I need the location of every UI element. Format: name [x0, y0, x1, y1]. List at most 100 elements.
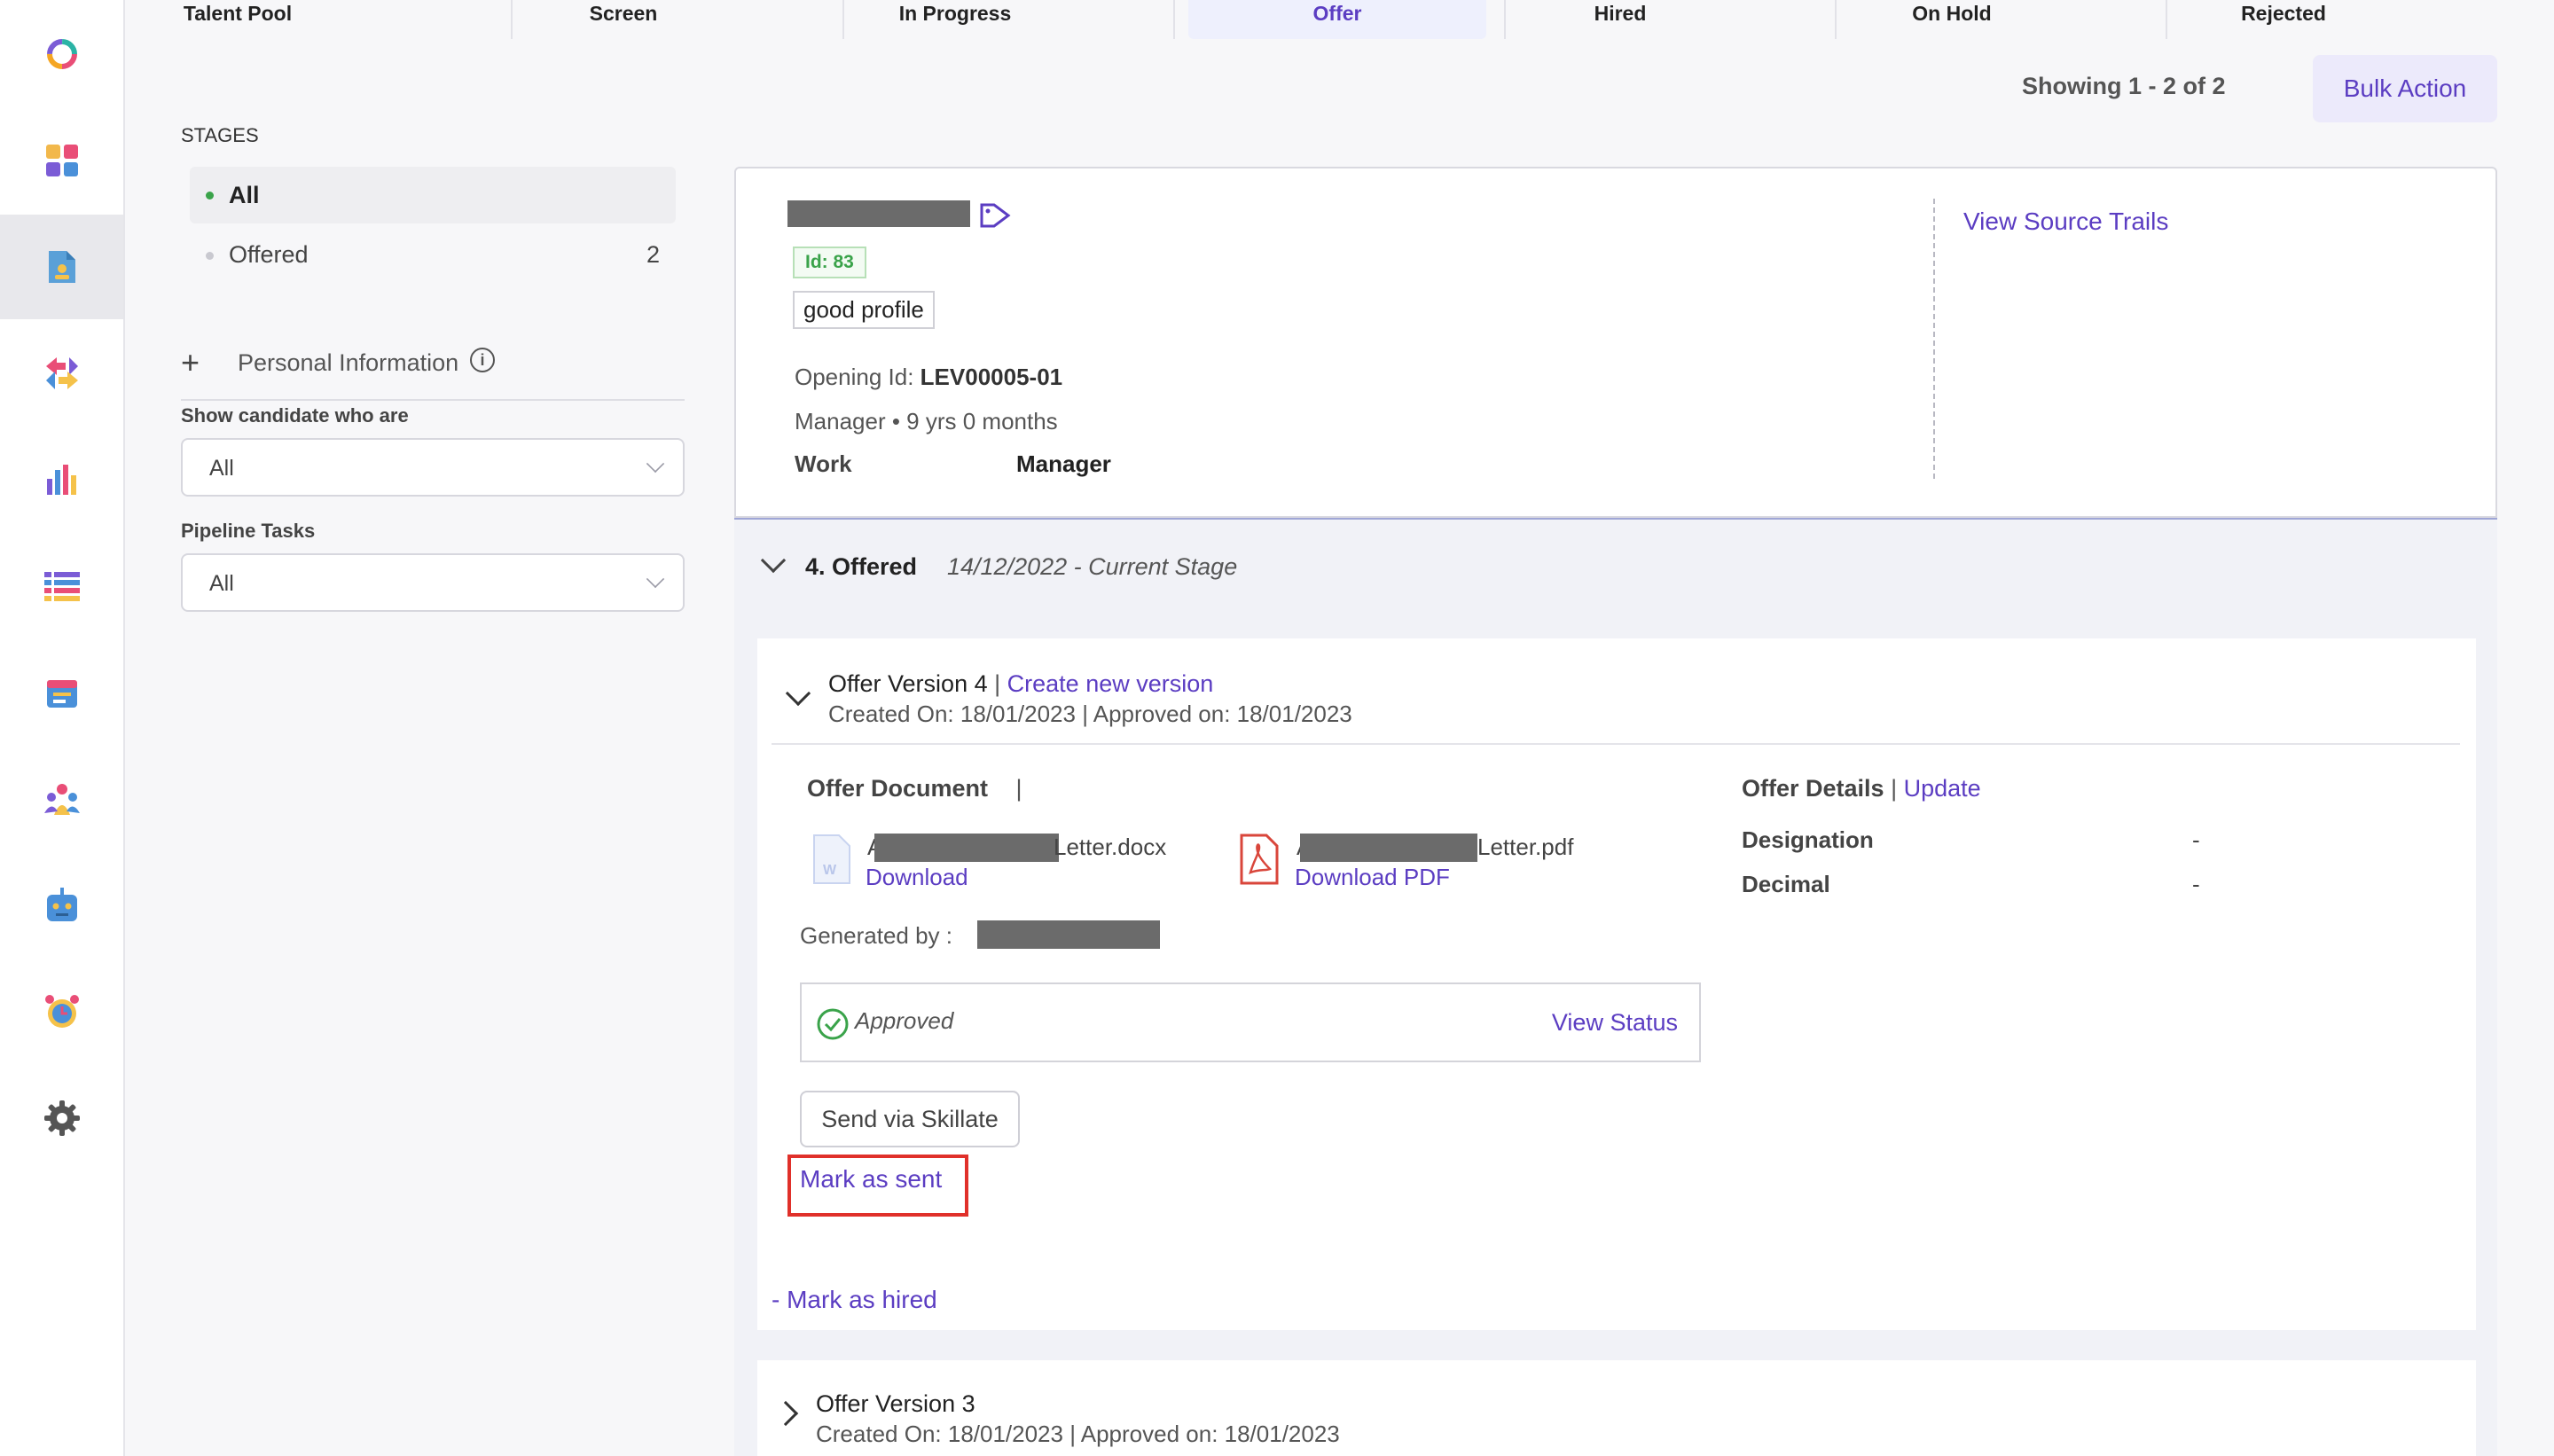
work-value: Manager [1016, 450, 1111, 477]
create-new-version-link[interactable]: Create new version [1007, 670, 1214, 697]
view-source-trails-link[interactable]: View Source Trails [1963, 207, 2168, 236]
active-dot-icon [206, 192, 214, 200]
offer-version-3-panel[interactable]: Offer Version 3 Created On: 18/01/2023 |… [757, 1360, 2476, 1456]
candidate-experience: Manager • 9 yrs 0 months [795, 408, 1058, 434]
opening-id: Opening Id: LEV00005-01 [795, 364, 1062, 391]
tab-screen[interactable]: Screen [514, 0, 733, 39]
tab-offer[interactable]: Offer [1188, 0, 1486, 39]
tab-hired[interactable]: Hired [1511, 0, 1729, 39]
send-via-skillate-button[interactable]: Send via Skillate [800, 1091, 1020, 1147]
select-value: All [209, 456, 234, 481]
pipeline-tasks-label: Pipeline Tasks [181, 520, 316, 542]
docx-download-link[interactable]: Download [866, 864, 968, 891]
select-value: All [209, 571, 234, 596]
chevron-down-icon[interactable] [785, 680, 811, 707]
analytics-bar-icon[interactable] [0, 427, 123, 532]
stage-tabs: Talent Pool Screen In Progress Offer Hir… [128, 0, 2531, 41]
separator: | [1015, 775, 1022, 802]
list-icon[interactable] [0, 534, 123, 638]
team-icon[interactable] [0, 747, 123, 851]
offer-version-title: Offer Version 4 [828, 670, 988, 697]
card-divider [1933, 199, 1935, 479]
stage-item-label: Offered [229, 241, 309, 268]
generated-by-label: Generated by : [800, 922, 952, 949]
pdf-file-name: Letter.pdf [1477, 834, 1574, 860]
tab-rejected[interactable]: Rejected [2174, 0, 2393, 39]
svg-text:W: W [823, 863, 837, 878]
redacted-candidate-name [787, 200, 970, 227]
chevron-down-icon [646, 569, 665, 589]
info-icon[interactable]: i [470, 348, 495, 372]
results-count: Showing 1 - 2 of 2 [2022, 73, 2226, 99]
show-candidate-label: Show candidate who are [181, 404, 409, 427]
work-label: Work [795, 450, 852, 477]
stage-item-offered[interactable]: Offered 2 [190, 227, 676, 284]
candidate-id-badge: Id: 83 [793, 247, 866, 278]
personal-info-label: Personal Information [238, 349, 459, 376]
offer-document-heading-row: Offer Document | [807, 775, 1022, 802]
logo-icon[interactable] [0, 2, 123, 106]
chevron-down-icon [646, 454, 665, 474]
tab-in-progress[interactable]: In Progress [846, 0, 1064, 39]
detail-value: - [2192, 826, 2200, 853]
stage-item-label: All [229, 182, 260, 208]
stage-title: 4. Offered [805, 553, 918, 580]
detail-value: - [2192, 871, 2200, 897]
panel-divider [772, 743, 2460, 745]
separator: | [994, 670, 1001, 697]
detail-label: Designation [1742, 826, 1874, 853]
separator: | [1891, 775, 1898, 802]
dashboard-icon[interactable] [0, 108, 123, 213]
offer-details-heading: Offer Details [1742, 775, 1884, 802]
offer-created-info: Created On: 18/01/2023 | Approved on: 18… [828, 701, 1352, 727]
update-link[interactable]: Update [1904, 775, 1981, 802]
pipeline-tasks-select[interactable]: All [181, 553, 685, 612]
detail-label: Decimal [1742, 871, 1830, 897]
offer-document-heading: Offer Document [807, 775, 989, 802]
opening-id-label: Opening Id: [795, 364, 914, 390]
settings-gear-icon[interactable] [0, 1066, 123, 1170]
chevron-down-icon[interactable] [760, 547, 787, 574]
redacted-pdf-name [1300, 834, 1477, 862]
candidate-card: Id: 83 good profile Opening Id: LEV00005… [734, 167, 2497, 518]
docx-file-name: Letter.docx [1054, 834, 1167, 860]
offer-version-title-row: Offer Version 4 | Create new version [828, 670, 1213, 698]
candidate-tag: good profile [793, 291, 935, 329]
tab-on-hold[interactable]: On Hold [1843, 0, 2061, 39]
stage-item-count: 2 [646, 241, 660, 268]
tag-icon[interactable] [979, 202, 1011, 233]
chevron-right-icon[interactable] [772, 1400, 799, 1427]
stage-header[interactable]: 4. Offered 14/12/2022 - Current Stage [734, 518, 2497, 617]
redacted-docx-name [874, 834, 1059, 862]
personal-info-filter[interactable]: + Personal Information i [181, 344, 685, 401]
pdf-download-link[interactable]: Download PDF [1295, 864, 1450, 891]
transfer-arrows-icon[interactable] [0, 321, 123, 426]
alarm-clock-icon[interactable] [0, 959, 123, 1064]
check-circle-icon [816, 1007, 850, 1045]
candidate-document-icon[interactable] [0, 215, 123, 319]
offer-created-info: Created On: 18/01/2023 | Approved on: 18… [816, 1421, 1340, 1447]
bot-icon[interactable] [0, 853, 123, 958]
inactive-dot-icon [206, 252, 214, 260]
icon-rail [0, 0, 125, 1456]
word-document-icon: W [812, 834, 851, 889]
calendar-icon[interactable] [0, 640, 123, 745]
bulk-action-button[interactable]: Bulk Action [2313, 55, 2497, 122]
tab-talent-pool[interactable]: Talent Pool [129, 0, 346, 39]
approval-status-text: Approved [855, 1007, 954, 1034]
redacted-generated-by [977, 920, 1160, 949]
stages-title: STAGES [181, 124, 259, 146]
offer-details-heading-row: Offer Details | Update [1742, 775, 1981, 802]
mark-as-hired-link[interactable]: - Mark as hired [772, 1286, 937, 1314]
plus-icon: + [181, 344, 200, 380]
stage-meta: 14/12/2022 - Current Stage [947, 553, 1238, 580]
show-candidate-select[interactable]: All [181, 438, 685, 497]
offer-version-4-panel: Offer Version 4 | Create new version Cre… [757, 638, 2476, 1330]
pdf-document-icon [1240, 834, 1279, 889]
stage-item-all[interactable]: All [190, 167, 676, 223]
offer-version-title: Offer Version 3 [816, 1390, 975, 1417]
approval-status-box: Approved View Status [800, 982, 1701, 1062]
opening-id-value: LEV00005-01 [920, 364, 1063, 390]
view-status-link[interactable]: View Status [1552, 1009, 1678, 1037]
mark-as-sent-link[interactable]: Mark as sent [800, 1165, 942, 1194]
